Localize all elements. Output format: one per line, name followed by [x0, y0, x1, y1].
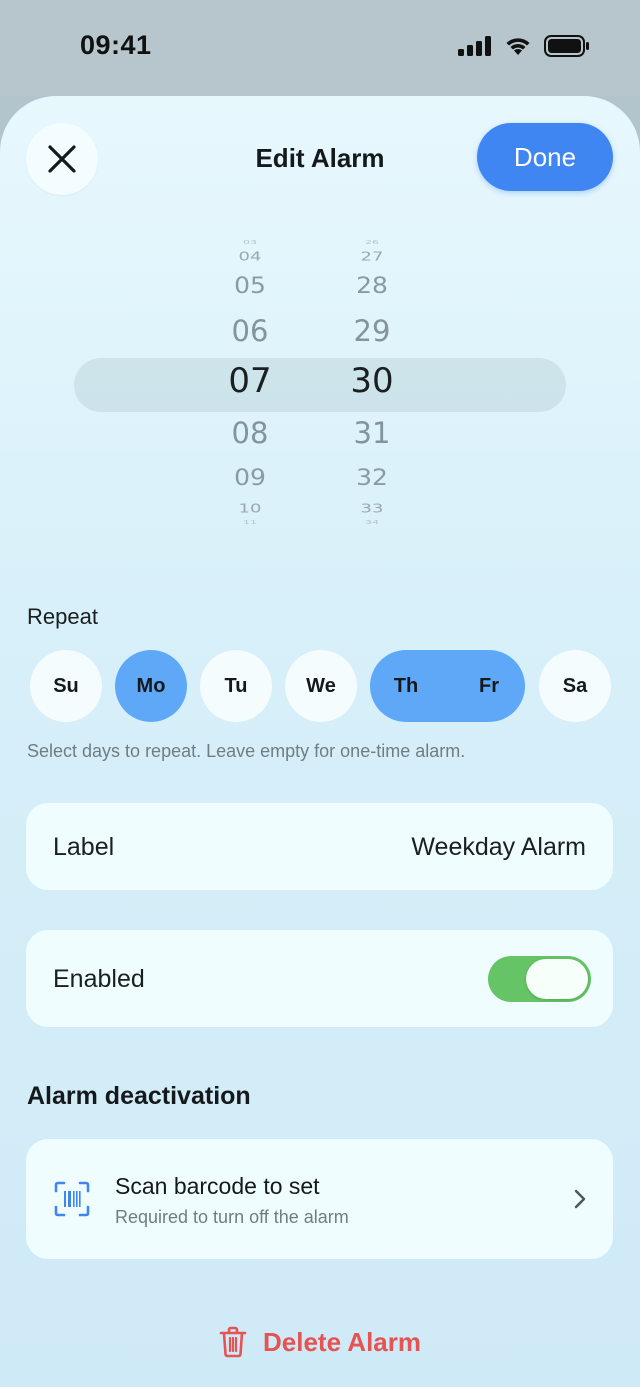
- minute-option[interactable]: 29: [332, 314, 412, 348]
- label-row[interactable]: Label Weekday Alarm: [26, 803, 613, 890]
- enabled-row-title: Enabled: [53, 965, 145, 993]
- selected-days-group: Th Fr: [370, 650, 525, 722]
- hour-option[interactable]: 11: [210, 520, 290, 526]
- hour-wheel[interactable]: 03 04 05 06 07 08 09 10 11: [210, 236, 290, 536]
- hour-option[interactable]: 04: [210, 249, 290, 264]
- barcode-scan-icon: [54, 1181, 90, 1217]
- hour-option[interactable]: 08: [210, 416, 290, 450]
- hour-option[interactable]: 06: [210, 314, 290, 348]
- minute-option[interactable]: 26: [332, 240, 412, 246]
- repeat-hint: Select days to repeat. Leave empty for o…: [27, 741, 466, 761]
- status-icons: [458, 35, 590, 57]
- enabled-row: Enabled: [26, 930, 613, 1027]
- minute-option[interactable]: 32: [332, 464, 412, 490]
- day-tuesday[interactable]: Tu: [200, 650, 272, 722]
- trash-icon: [219, 1326, 247, 1358]
- minute-option[interactable]: 27: [332, 249, 412, 264]
- edit-alarm-sheet: Edit Alarm Done 03 04 05 06 07 08 09 10 11 26 27 2…: [0, 96, 640, 1387]
- hour-option[interactable]: 09: [210, 464, 290, 490]
- minute-selected-value[interactable]: 30: [332, 361, 412, 401]
- battery-icon: [544, 35, 589, 57]
- hour-option[interactable]: 03: [210, 240, 290, 246]
- status-time: 09:41: [80, 30, 152, 60]
- time-picker[interactable]: 03 04 05 06 07 08 09 10 11 26 27 28 29 30 31 32 33 34: [0, 236, 640, 536]
- repeat-days: Su Mo Tu We Th Fr Sa: [30, 650, 611, 722]
- scan-barcode-row[interactable]: Scan barcode to set Required to turn off…: [26, 1139, 613, 1259]
- minute-option[interactable]: 34: [332, 520, 412, 526]
- wifi-icon: [506, 38, 530, 55]
- scan-barcode-title: Scan barcode to set: [115, 1173, 320, 1199]
- status-bar: 09:41: [0, 0, 640, 96]
- label-row-value: Weekday Alarm: [411, 833, 586, 861]
- toggle-knob: [526, 959, 588, 999]
- enabled-toggle[interactable]: [488, 956, 591, 1002]
- delete-alarm-button[interactable]: Delete Alarm: [0, 1326, 640, 1358]
- chevron-right-icon: [574, 1189, 586, 1209]
- hour-selected-value[interactable]: 07: [210, 361, 290, 401]
- day-wednesday[interactable]: We: [285, 650, 357, 722]
- done-button[interactable]: Done: [477, 123, 613, 191]
- day-saturday[interactable]: Sa: [539, 650, 611, 722]
- delete-alarm-label: Delete Alarm: [263, 1326, 421, 1357]
- hour-option[interactable]: 10: [210, 501, 290, 516]
- deactivation-heading: Alarm deactivation: [27, 1082, 251, 1110]
- day-monday[interactable]: Mo: [115, 650, 187, 722]
- scan-barcode-subtitle: Required to turn off the alarm: [115, 1207, 349, 1227]
- minute-option[interactable]: 28: [332, 272, 412, 298]
- cellular-signal-icon: [458, 36, 491, 56]
- minute-option[interactable]: 31: [332, 416, 412, 450]
- day-thursday[interactable]: Th: [370, 650, 442, 722]
- picker-selection-highlight: [74, 358, 566, 412]
- minute-wheel[interactable]: 26 27 28 29 30 31 32 33 34: [332, 236, 412, 536]
- repeat-label: Repeat: [27, 604, 98, 629]
- day-friday[interactable]: Fr: [453, 650, 525, 722]
- day-sunday[interactable]: Su: [30, 650, 102, 722]
- hour-option[interactable]: 05: [210, 272, 290, 298]
- minute-option[interactable]: 33: [332, 501, 412, 516]
- label-row-title: Label: [53, 833, 115, 861]
